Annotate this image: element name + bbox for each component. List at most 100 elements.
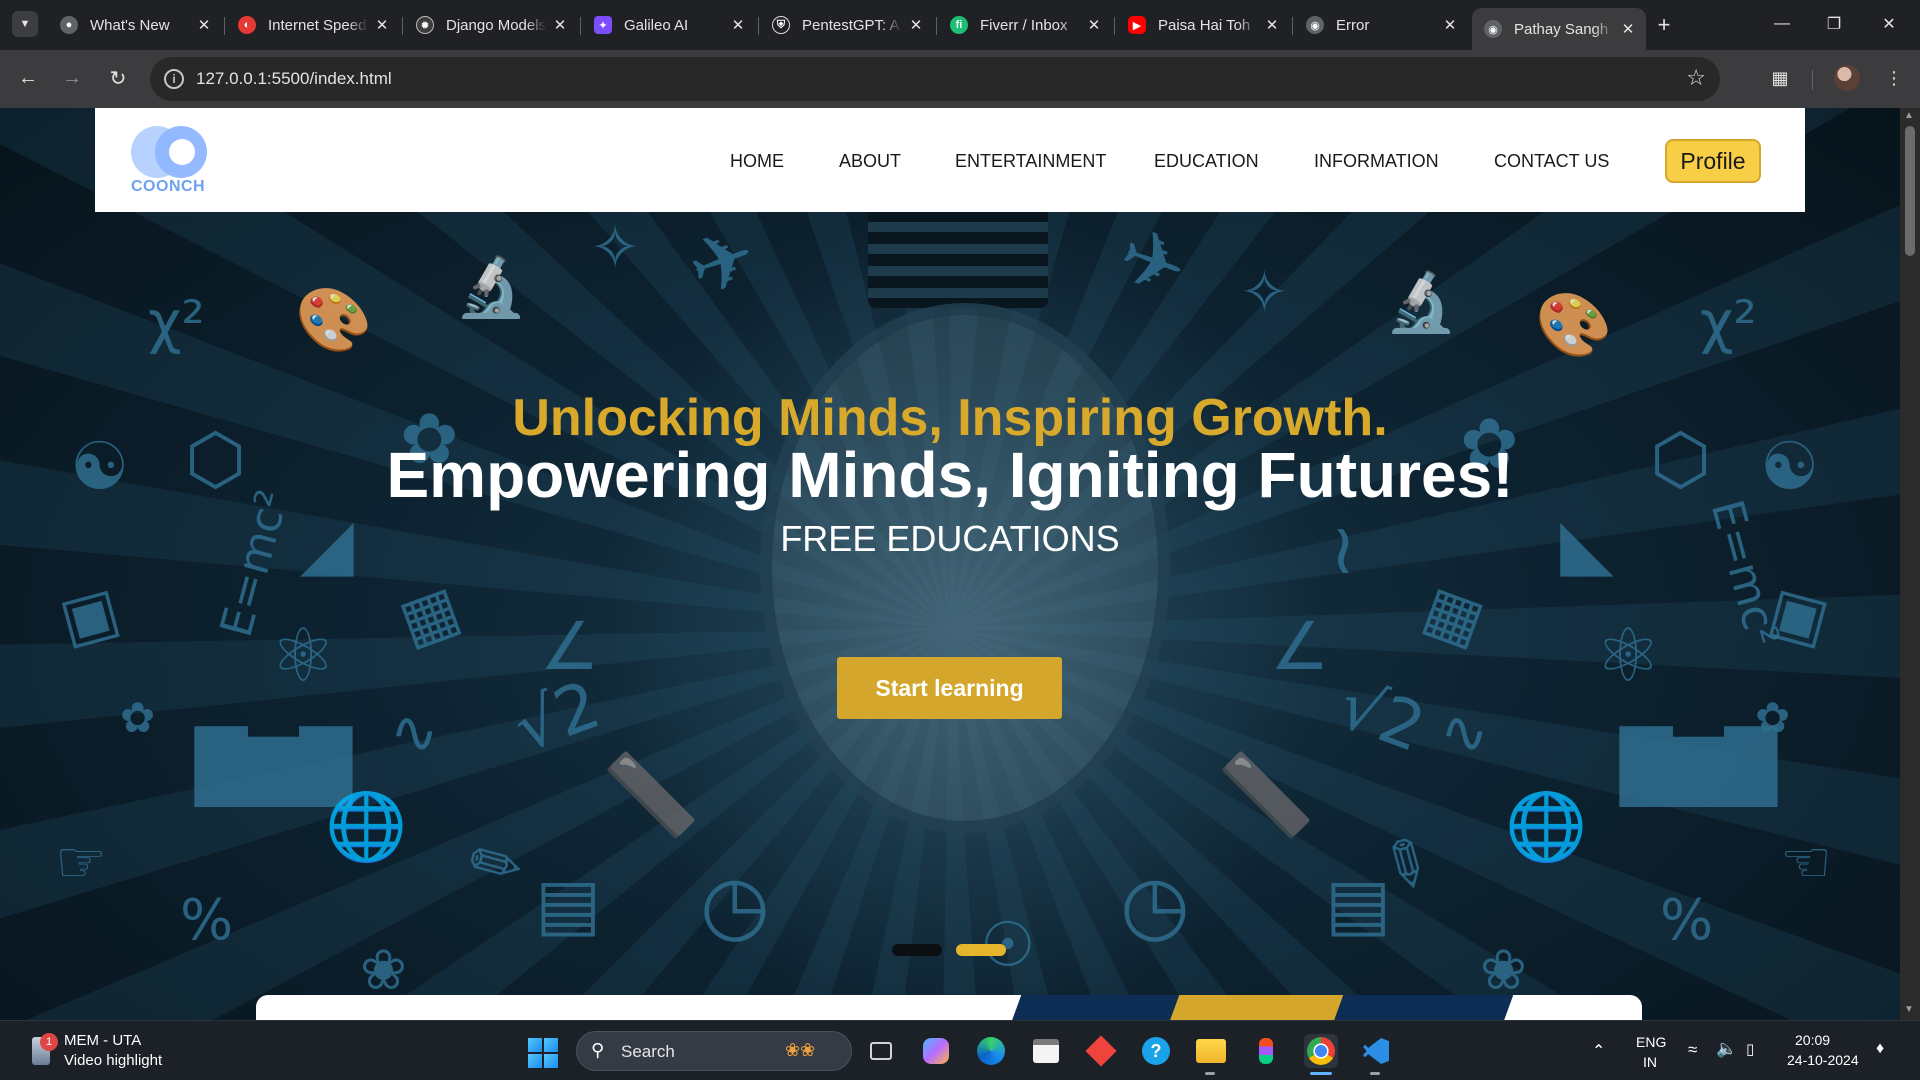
close-icon[interactable]: ✕: [194, 15, 214, 35]
tab-django-models[interactable]: ✹ Django Models ✕: [404, 8, 578, 42]
chi-squared-icon: χ²: [148, 288, 205, 356]
scroll-up-icon[interactable]: ▲: [1904, 110, 1914, 121]
arrow-right-icon: →: [62, 66, 82, 89]
minimize-button[interactable]: —: [1770, 12, 1794, 36]
taskbar-search[interactable]: ⚲ Search ❀❀: [576, 1031, 852, 1071]
page-scrollbar[interactable]: ▲ ▼: [1900, 108, 1920, 1020]
carousel-dot-1[interactable]: [892, 944, 942, 956]
vscode-icon[interactable]: [1359, 1034, 1393, 1075]
chevron-down-icon: ▼: [19, 18, 31, 30]
tab-pathay-sangh[interactable]: ◉ Pathay Sangh ✕: [1472, 8, 1646, 50]
dna-right-icon: ∿: [1440, 698, 1489, 766]
clock-right-icon: ◷: [1120, 858, 1190, 951]
wifi-icon[interactable]: ≈: [1688, 1040, 1697, 1060]
clock-icon: ◷: [700, 858, 770, 951]
nav-information[interactable]: INFORMATION: [1314, 151, 1439, 172]
tab-internet-speed[interactable]: ◐ Internet Speed ✕: [226, 8, 400, 42]
globe-icon: 🌐: [325, 788, 408, 865]
extensions-button[interactable]: ▦: [1766, 64, 1794, 92]
microscope-icon: 🔬: [455, 253, 528, 321]
tab-error[interactable]: ◉ Error ✕: [1294, 8, 1468, 42]
forward-button[interactable]: →: [58, 64, 86, 92]
star-icon[interactable]: ☆: [1686, 65, 1706, 91]
profile-button[interactable]: Profile: [1665, 139, 1761, 183]
hero-subheading: FREE EDUCATIONS: [780, 518, 1120, 559]
task-view-icon[interactable]: [864, 1034, 898, 1068]
nav-entertainment[interactable]: ENTERTAINMENT: [955, 151, 1106, 172]
copilot-icon[interactable]: [919, 1034, 953, 1068]
close-icon[interactable]: ✕: [1084, 15, 1104, 35]
restore-button[interactable]: ❐: [1822, 12, 1846, 36]
carousel-dot-2[interactable]: [956, 944, 1006, 956]
abacus-icon: ▤: [535, 863, 602, 945]
site-logo[interactable]: COONCH: [131, 126, 211, 198]
close-icon[interactable]: ✕: [906, 15, 926, 35]
globe-right-icon: 🌐: [1505, 788, 1588, 865]
notification-bell-icon[interactable]: ♦: [1876, 1040, 1884, 1058]
scroll-down-icon[interactable]: ▼: [1904, 1004, 1914, 1015]
globe-icon: ◉: [1484, 20, 1502, 38]
widget-subtitle[interactable]: Video highlight: [64, 1052, 162, 1069]
new-tab-button[interactable]: +: [1652, 12, 1676, 37]
nav-education[interactable]: EDUCATION: [1154, 151, 1259, 172]
tab-strip: ▼ ● What's New ✕ ◐ Internet Speed ✕ ✹ Dj…: [0, 0, 1920, 50]
close-icon[interactable]: ✕: [1618, 19, 1638, 39]
widget-title[interactable]: MEM - UTA: [64, 1032, 141, 1049]
sharpener-icon: ✎: [455, 819, 537, 910]
figma-icon[interactable]: [1249, 1034, 1283, 1068]
close-icon[interactable]: ✕: [1262, 15, 1282, 35]
anydesk-icon[interactable]: [1084, 1034, 1118, 1068]
start-button[interactable]: [528, 1038, 558, 1068]
percent-right-icon: %: [1660, 888, 1714, 953]
menu-button[interactable]: ⋮: [1880, 64, 1908, 92]
back-button[interactable]: ←: [14, 64, 42, 92]
tab-whats-new[interactable]: ● What's New ✕: [48, 8, 222, 42]
reload-button[interactable]: ↻: [104, 64, 132, 92]
tab-paisa-hai-toh[interactable]: ▶ Paisa Hai Toh ✕: [1116, 8, 1290, 42]
show-hidden-icons-button[interactable]: ⌃: [1592, 1041, 1605, 1061]
brain-small-icon: ✿: [120, 693, 156, 742]
panel-stripe-navy-2: [1328, 995, 1514, 1020]
language-code[interactable]: ENG: [1636, 1034, 1666, 1050]
close-icon[interactable]: ✕: [372, 15, 392, 35]
tab-fiverr-inbox[interactable]: fi Fiverr / Inbox ✕: [938, 8, 1112, 42]
tab-galileo-ai[interactable]: ✦ Galileo AI ✕: [582, 8, 756, 42]
start-learning-button[interactable]: Start learning: [837, 657, 1062, 719]
chrome-icon[interactable]: [1304, 1034, 1338, 1075]
clock-date[interactable]: 24-10-2024: [1787, 1052, 1859, 1068]
store-icon[interactable]: [1029, 1034, 1063, 1068]
abc-blocks-right-icon: ▦: [1414, 570, 1495, 659]
close-icon[interactable]: ✕: [728, 15, 748, 35]
profile-avatar[interactable]: [1834, 65, 1860, 91]
nav-contact-us[interactable]: CONTACT US: [1494, 151, 1609, 172]
hand-icon: ☞: [55, 828, 107, 896]
presentation-icon: ▣: [51, 571, 128, 658]
abc-blocks-icon: ▦: [389, 570, 470, 659]
scroll-thumb[interactable]: [1905, 126, 1915, 256]
close-icon[interactable]: ✕: [1440, 15, 1460, 35]
palette-right-icon: 🎨: [1535, 288, 1613, 361]
nav-home[interactable]: HOME: [730, 151, 784, 172]
url-text[interactable]: 127.0.0.1:5500/index.html: [196, 69, 392, 89]
close-icon[interactable]: ✕: [550, 15, 570, 35]
percent-icon: %: [180, 888, 234, 953]
file-explorer-icon[interactable]: [1194, 1034, 1228, 1075]
tab-pentestgpt[interactable]: ⛨ PentestGPT: A ✕: [760, 8, 934, 42]
atom-right-icon: ⚛: [1595, 613, 1662, 699]
edge-icon[interactable]: [974, 1034, 1008, 1068]
microscope-right-icon: 🔬: [1385, 268, 1458, 336]
address-bar[interactable]: i 127.0.0.1:5500/index.html ☆: [150, 57, 1720, 101]
language-region[interactable]: IN: [1643, 1054, 1657, 1070]
info-icon[interactable]: i: [164, 69, 184, 89]
skype-icon[interactable]: ?: [1139, 1034, 1173, 1068]
globe-icon: ◉: [1306, 16, 1324, 34]
close-window-button[interactable]: ✕: [1877, 12, 1901, 36]
search-icon: ⚲: [591, 1040, 605, 1060]
battery-icon[interactable]: ▯: [1746, 1040, 1754, 1058]
widgets-button[interactable]: 1: [26, 1033, 60, 1069]
tab-search-button[interactable]: ▼: [12, 11, 38, 37]
volume-icon[interactable]: 🔈: [1716, 1039, 1737, 1059]
clock-time[interactable]: 20:09: [1795, 1032, 1830, 1048]
search-label: Search: [621, 1042, 675, 1061]
nav-about[interactable]: ABOUT: [839, 151, 901, 172]
